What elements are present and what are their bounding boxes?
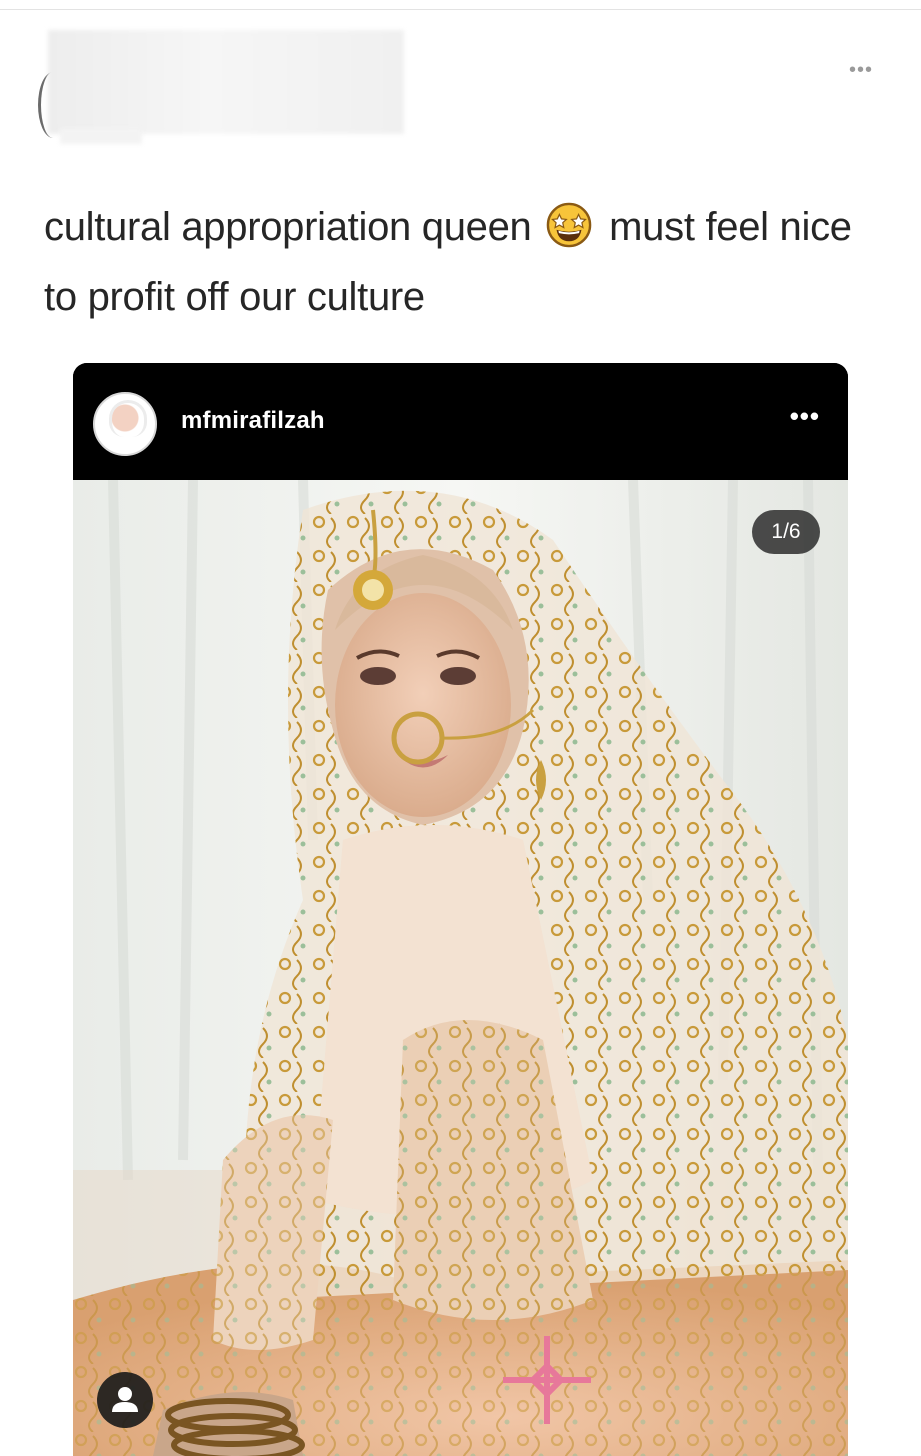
tweet-more-button[interactable]: ••• bbox=[849, 60, 873, 80]
caption-text-part1: cultural appropriation queen bbox=[44, 205, 532, 249]
instagram-post-header: mfmirafilzah ••• bbox=[73, 363, 848, 478]
tweet-header: ••• bbox=[0, 28, 921, 148]
bridal-photo-image bbox=[73, 480, 848, 1456]
carousel-counter: 1/6 bbox=[752, 510, 820, 554]
person-tag-button[interactable] bbox=[97, 1372, 153, 1428]
screenshot-page: ••• cultural appropriation queen must fe… bbox=[0, 0, 921, 1456]
top-divider bbox=[0, 9, 921, 10]
redacted-author-block bbox=[48, 30, 404, 134]
person-tag-icon bbox=[112, 1387, 138, 1412]
instagram-post-photo[interactable]: 1/6 bbox=[73, 480, 848, 1456]
instagram-more-button[interactable]: ••• bbox=[790, 403, 820, 429]
redacted-handle-block bbox=[60, 128, 142, 144]
tweet-caption: cultural appropriation queen must feel n… bbox=[44, 192, 874, 332]
instagram-avatar[interactable] bbox=[93, 392, 157, 456]
star-struck-emoji-icon bbox=[547, 203, 592, 248]
instagram-username[interactable]: mfmirafilzah bbox=[181, 407, 325, 435]
instagram-post-card: mfmirafilzah ••• 1/6 bbox=[73, 363, 848, 1456]
